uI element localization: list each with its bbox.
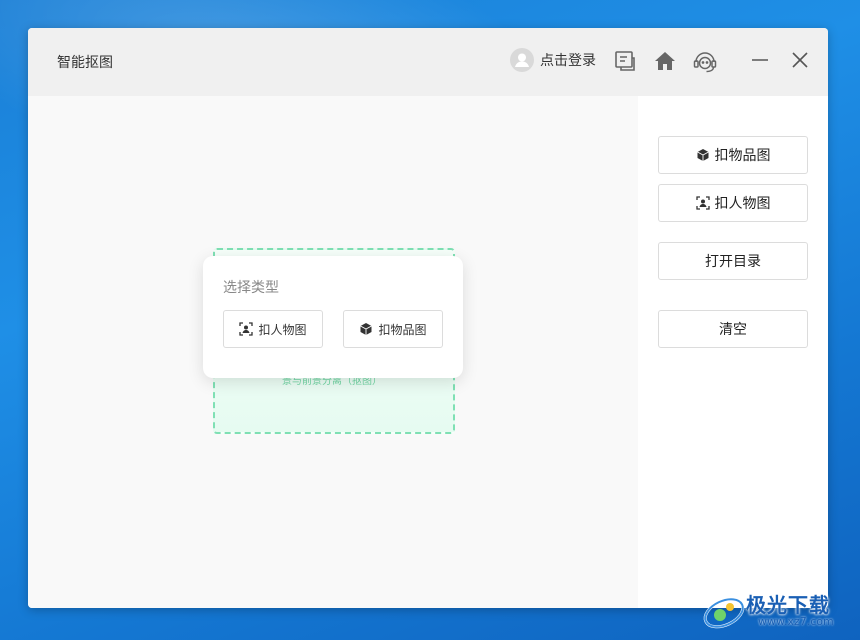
person-frame-icon [239, 322, 254, 336]
person-frame-icon [695, 196, 710, 210]
cube-icon [696, 149, 709, 161]
extract-product-button[interactable]: 扣物品图 [658, 136, 808, 174]
select-type-popup: 选择类型 扣人物图 扣物品图 [203, 256, 463, 378]
popup-title: 选择类型 [223, 280, 279, 296]
extract-person-button[interactable]: 扣人物图 [658, 184, 808, 222]
site-watermark: 极光下载 www.xz7.com [700, 585, 860, 637]
popup-product-label: 扣物品图 [378, 322, 427, 337]
minimize-icon[interactable] [749, 49, 771, 75]
extract-person-label: 扣人物图 [714, 196, 771, 212]
close-icon[interactable] [789, 49, 811, 75]
watermark-logo-icon [703, 597, 745, 629]
app-window: 智能抠图 点击登录 景与前景分离（抠图） 选择类型 扣人物图 扣物品图 扣物品图… [28, 28, 828, 608]
home-icon[interactable] [653, 49, 677, 77]
app-title: 智能抠图 [57, 55, 113, 71]
workspace: 景与前景分离（抠图） 选择类型 扣人物图 扣物品图 [28, 96, 638, 608]
popup-product-button[interactable]: 扣物品图 [343, 310, 443, 348]
clear-button[interactable]: 清空 [658, 310, 808, 348]
user-avatar-icon [510, 48, 534, 72]
watermark-brand: 极光下载 [746, 593, 830, 617]
watermark-url: www.xz7.com [758, 615, 834, 628]
support-icon[interactable] [692, 49, 718, 79]
clear-label: 清空 [719, 322, 747, 338]
title-bar: 智能抠图 点击登录 [28, 28, 828, 96]
feedback-icon[interactable] [613, 49, 637, 77]
login-button[interactable]: 点击登录 [510, 48, 596, 72]
cube-icon [360, 323, 373, 335]
open-directory-label: 打开目录 [705, 254, 761, 270]
popup-person-label: 扣人物图 [258, 322, 307, 337]
login-label: 点击登录 [540, 53, 596, 69]
open-directory-button[interactable]: 打开目录 [658, 242, 808, 280]
popup-person-button[interactable]: 扣人物图 [223, 310, 323, 348]
extract-product-label: 扣物品图 [714, 148, 771, 164]
sidebar: 扣物品图 扣人物图 打开目录 清空 [638, 96, 828, 608]
